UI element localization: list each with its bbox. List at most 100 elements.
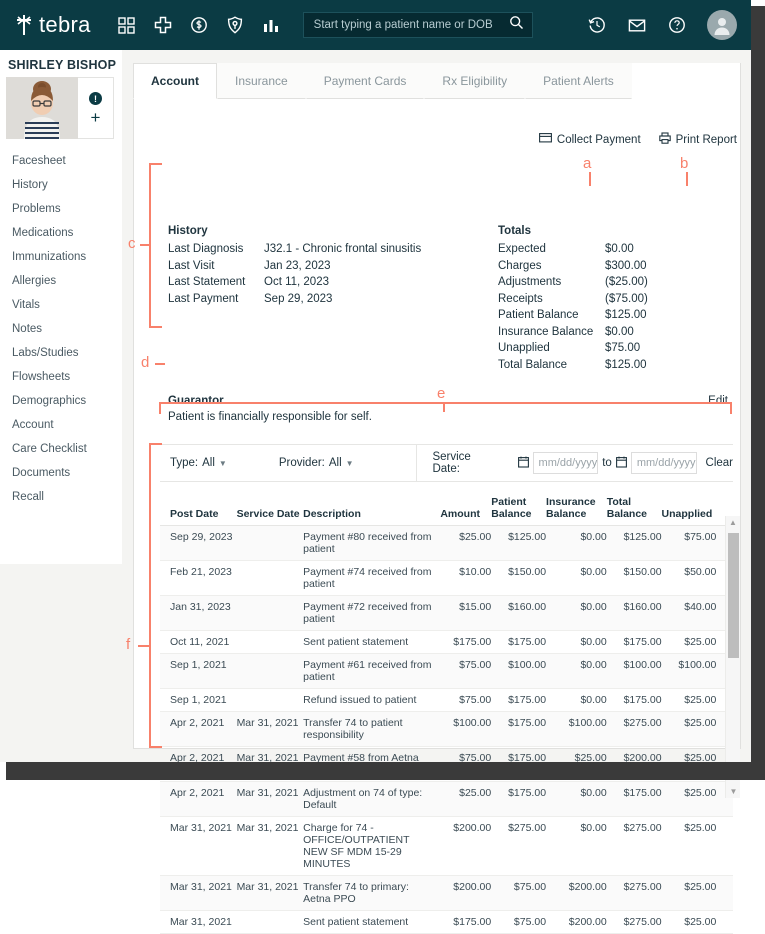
annotation-c-bracket <box>149 163 162 328</box>
totals-row: Charges $300.00 <box>498 258 708 275</box>
scrollbar-thumb[interactable] <box>728 533 739 658</box>
col-amount: Amount <box>440 508 480 520</box>
cell-service-date: Mar 31, 2021 <box>236 881 299 893</box>
table-row[interactable]: Apr 2, 2021 Mar 31, 2021 Transfer 74 to pa… <box>160 712 733 747</box>
service-date-from-input[interactable]: mm/dd/yyyy <box>532 452 599 474</box>
type-filter-dropdown[interactable]: Type: All ▼ <box>170 457 227 469</box>
table-row[interactable]: Mar 31, 2021 Sent patient statement $175.0… <box>160 911 733 934</box>
cell-insurance-balance: $0.00 <box>580 566 607 578</box>
cell-insurance-balance: $0.00 <box>580 822 607 834</box>
help-question-icon[interactable] <box>659 8 695 42</box>
sidebar-item-notes[interactable]: Notes <box>0 317 122 341</box>
service-date-to-input[interactable]: mm/dd/yyyy <box>630 452 697 474</box>
sidebar-item-history[interactable]: History <box>0 173 122 197</box>
totals-value: $0.00 <box>605 325 634 338</box>
tebra-mark-icon <box>14 14 34 36</box>
sidebar-nav-list: Facesheet History Problems Medications I… <box>0 149 122 509</box>
cell-total-balance: $275.00 <box>623 717 662 729</box>
sidebar-item-demographics[interactable]: Demographics <box>0 389 122 413</box>
mail-envelope-icon[interactable] <box>619 8 655 42</box>
panel-actions: Collect Payment Print Report <box>538 132 737 147</box>
totals-label: Insurance Balance <box>498 325 594 338</box>
cell-patient-balance: $275.00 <box>508 822 547 834</box>
cell-insurance-balance: $0.00 <box>580 659 607 671</box>
totals-value: $75.00 <box>605 342 641 354</box>
plus-cross-icon[interactable] <box>145 8 181 42</box>
history-value: Jan 23, 2023 <box>264 259 331 272</box>
print-report-label: Print Report <box>675 133 737 146</box>
table-row[interactable]: Sep 29, 2023 Payment #80 received from pa… <box>160 526 733 561</box>
sidebar-item-care-checklist[interactable]: Care Checklist <box>0 437 122 461</box>
cell-amount: $175.00 <box>453 636 492 648</box>
cell-description: Payment #72 received from patient <box>303 601 432 625</box>
sidebar-item-recall[interactable]: Recall <box>0 485 122 509</box>
collect-payment-button[interactable]: Collect Payment <box>538 133 641 146</box>
sidebar-item-immunizations[interactable]: Immunizations <box>0 245 122 269</box>
add-plus-icon[interactable]: + <box>91 109 101 126</box>
apps-grid-icon[interactable] <box>109 8 145 42</box>
tab-account[interactable]: Account <box>133 63 217 99</box>
tab-patient-alerts[interactable]: Patient Alerts <box>525 63 632 99</box>
sidebar-item-labs-studies[interactable]: Labs/Studies <box>0 341 122 365</box>
alert-badge-icon[interactable]: ! <box>89 92 102 105</box>
totals-value: ($75.00) <box>605 292 648 305</box>
cell-total-balance: $275.00 <box>623 916 662 928</box>
table-row[interactable]: Feb 21, 2023 Payment #74 received from pa… <box>160 561 733 596</box>
print-report-button[interactable]: Print Report <box>658 132 737 147</box>
user-avatar-icon[interactable] <box>707 10 737 40</box>
patient-search-box[interactable] <box>302 12 533 38</box>
cell-insurance-balance: $200.00 <box>568 916 607 928</box>
cell-unapplied: $25.00 <box>684 636 717 648</box>
calendar-icon[interactable] <box>517 456 529 471</box>
table-row[interactable]: Mar 31, 2021 Mar 31, 2021 Transfer 74 to p… <box>160 876 733 911</box>
table-row[interactable]: Oct 11, 2021 Sent patient statement $175.0… <box>160 631 733 654</box>
table-row[interactable]: Apr 2, 2021 Mar 31, 2021 Adjustment on 74 … <box>160 782 733 817</box>
cell-total-balance: $175.00 <box>623 694 662 706</box>
table-row[interactable]: Jan 31, 2023 Payment #72 received from pa… <box>160 596 733 631</box>
clear-filters-link[interactable]: Clear <box>706 457 733 469</box>
sidebar-item-medications[interactable]: Medications <box>0 221 122 245</box>
annotation-b: b <box>680 155 689 172</box>
cell-post-date: Mar 31, 2021 <box>170 822 232 834</box>
bar-chart-icon[interactable] <box>253 8 289 42</box>
sidebar-item-vitals[interactable]: Vitals <box>0 293 122 317</box>
sidebar-item-problems[interactable]: Problems <box>0 197 122 221</box>
annotation-a: a <box>583 155 592 172</box>
cell-amount: $75.00 <box>459 659 492 671</box>
sidebar-item-documents[interactable]: Documents <box>0 461 122 485</box>
sidebar-item-flowsheets[interactable]: Flowsheets <box>0 365 122 389</box>
ledger-table: Post Date Service Date Description Amoun… <box>160 490 733 934</box>
cell-total-balance: $160.00 <box>623 601 662 613</box>
tab-rx-eligibility[interactable]: Rx Eligibility <box>424 63 526 99</box>
window-shadow-right <box>751 6 765 774</box>
col-description: Description <box>303 508 361 520</box>
cell-total-balance: $125.00 <box>623 531 662 543</box>
history-row: Last Payment Sep 29, 2023 <box>168 291 488 308</box>
scroll-down-arrow-icon[interactable]: ▼ <box>726 785 741 798</box>
provider-filter-dropdown[interactable]: Provider: All ▼ <box>279 457 354 469</box>
col-service-date: Service Date <box>236 508 300 520</box>
type-filter-label: Type: <box>170 457 199 469</box>
history-clock-icon[interactable] <box>579 8 615 42</box>
cell-patient-balance: $125.00 <box>508 531 547 543</box>
calendar-icon[interactable] <box>615 456 627 471</box>
sidebar-item-allergies[interactable]: Allergies <box>0 269 122 293</box>
cell-description: Transfer 74 to primary: Aetna PPO <box>303 881 409 905</box>
sidebar-item-account[interactable]: Account <box>0 413 122 437</box>
tab-insurance[interactable]: Insurance <box>217 63 306 99</box>
sidebar-item-facesheet[interactable]: Facesheet <box>0 149 122 173</box>
tab-payment-cards[interactable]: Payment Cards <box>305 63 425 99</box>
table-scrollbar[interactable]: ▲ ▼ <box>725 516 740 798</box>
dollar-circle-icon[interactable] <box>181 8 217 42</box>
cell-amount: $15.00 <box>459 601 492 613</box>
cell-amount: $75.00 <box>459 694 492 706</box>
search-icon[interactable] <box>509 15 524 35</box>
table-row[interactable]: Sep 1, 2021 Payment #61 received from pat… <box>160 654 733 689</box>
scroll-up-arrow-icon[interactable]: ▲ <box>726 516 740 529</box>
search-input[interactable] <box>311 18 509 32</box>
totals-value: $0.00 <box>605 243 634 255</box>
tebra-logo[interactable]: tebra <box>14 12 91 38</box>
table-row[interactable]: Mar 31, 2021 Mar 31, 2021 Charge for 74 - … <box>160 817 733 876</box>
table-row[interactable]: Sep 1, 2021 Refund issued to patient $75.0… <box>160 689 733 712</box>
shield-location-icon[interactable] <box>217 8 253 42</box>
